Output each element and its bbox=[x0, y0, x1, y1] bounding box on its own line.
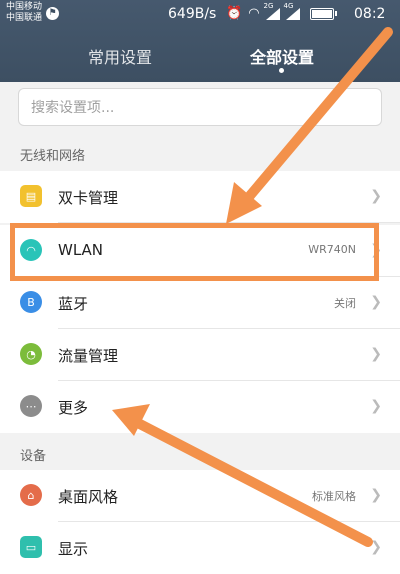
chevron-right-icon: ❯ bbox=[370, 294, 382, 310]
tab-bar: 常用设置 全部设置 bbox=[0, 40, 400, 82]
setting-display[interactable]: ▭ 显示 ❯ bbox=[0, 522, 400, 574]
setting-dual-sim[interactable]: ▤ 双卡管理 ❯ bbox=[0, 171, 400, 223]
signal-label-2: 4G bbox=[283, 1, 294, 10]
signal-icon-2: 4G bbox=[284, 2, 300, 20]
battery-icon bbox=[309, 7, 337, 20]
setting-value: 关闭 bbox=[334, 297, 356, 310]
setting-theme[interactable]: ⌂ 桌面风格 标准风格 ❯ bbox=[0, 470, 400, 522]
more-icon: ⋯ bbox=[20, 395, 42, 417]
tab-all-settings[interactable]: 全部设置 bbox=[250, 44, 314, 68]
display-icon: ▭ bbox=[20, 536, 42, 558]
header: 中国移动 中国联通 ⚑ 649B/s ⏰ ◠ 2G 4G 08:2 常用设置 全… bbox=[0, 0, 400, 82]
bluetooth-icon: B bbox=[20, 291, 42, 313]
setting-more[interactable]: ⋯ 更多 ❯ bbox=[0, 381, 400, 433]
chevron-right-icon: ❯ bbox=[370, 487, 382, 503]
clock: 08:2 bbox=[354, 6, 386, 22]
status-bar: 中国移动 中国联通 ⚑ 649B/s ⏰ ◠ 2G 4G 08:2 bbox=[0, 0, 400, 32]
active-tab-indicator bbox=[279, 68, 284, 73]
setting-value: 标准风格 bbox=[312, 490, 356, 503]
setting-bluetooth[interactable]: B 蓝牙 关闭 ❯ bbox=[0, 277, 400, 329]
alarm-icon: ⏰ bbox=[226, 6, 243, 21]
signal-label-1: 2G bbox=[263, 1, 274, 10]
network-speed: 649B/s bbox=[168, 6, 217, 22]
section-device: 设备 bbox=[20, 449, 47, 464]
chevron-right-icon: ❯ bbox=[370, 188, 382, 204]
setting-label: 桌面风格 bbox=[58, 488, 119, 506]
carrier-2: 中国联通 bbox=[6, 13, 43, 23]
carrier-info: 中国移动 中国联通 bbox=[6, 2, 42, 24]
data-usage-icon: ◔ bbox=[20, 343, 42, 365]
setting-label: 蓝牙 bbox=[58, 295, 89, 313]
chevron-right-icon: ❯ bbox=[370, 539, 382, 555]
wifi-icon: ◠ bbox=[248, 6, 260, 21]
hd-call-icon: ⚑ bbox=[46, 7, 59, 20]
setting-label: 双卡管理 bbox=[58, 189, 119, 207]
tab-common-settings[interactable]: 常用设置 bbox=[88, 44, 152, 68]
home-theme-icon: ⌂ bbox=[20, 484, 42, 506]
status-icons: ⏰ ◠ 2G 4G bbox=[226, 2, 337, 21]
setting-label: 流量管理 bbox=[58, 347, 119, 365]
section-wireless: 无线和网络 bbox=[20, 149, 86, 164]
carrier-1: 中国移动 bbox=[6, 2, 43, 12]
setting-label: 更多 bbox=[58, 399, 89, 417]
setting-label: 显示 bbox=[58, 540, 89, 558]
search-box bbox=[18, 88, 382, 127]
setting-data-usage[interactable]: ◔ 流量管理 ❯ bbox=[0, 329, 400, 381]
signal-icon-1: 2G bbox=[264, 2, 280, 20]
chevron-right-icon: ❯ bbox=[370, 398, 382, 414]
sim-card-icon: ▤ bbox=[20, 185, 42, 207]
annotation-highlight-box bbox=[10, 223, 379, 281]
chevron-right-icon: ❯ bbox=[370, 346, 382, 362]
search-input[interactable] bbox=[29, 89, 373, 127]
